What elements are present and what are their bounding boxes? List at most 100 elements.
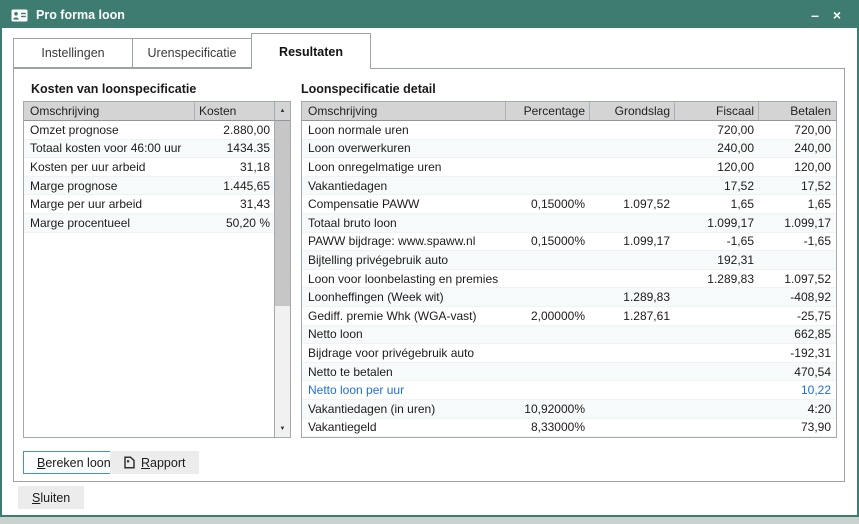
scroll-up-icon[interactable]: ▲: [275, 102, 290, 121]
cell-betalen: 10,22: [758, 383, 836, 397]
table-row[interactable]: Vakantiegeld8,33000%73,90: [302, 419, 836, 438]
minimize-button[interactable]: –: [804, 4, 826, 26]
detail-group-title: Loonspecificatie detail: [301, 82, 436, 96]
table-row[interactable]: Netto loon per uur 10,22: [302, 381, 836, 400]
tab-instellingen[interactable]: Instellingen: [13, 38, 133, 68]
table-row[interactable]: Marge procentueel50,20 %: [24, 214, 274, 233]
table-row[interactable]: Totaal kosten voor 46:00 uur1434.35: [24, 140, 274, 159]
tab-urenspecificatie[interactable]: Urenspecificatie: [132, 38, 252, 68]
cell-omschrijving: Totaal kosten voor 46:00 uur: [24, 141, 194, 155]
column-header-kosten[interactable]: Kosten: [194, 102, 274, 120]
kosten-group-title: Kosten van loonspecificatie: [31, 82, 196, 96]
cell-betalen: -25,75: [758, 309, 836, 323]
sluiten-label: Sluiten: [32, 491, 70, 505]
cell-percentage: 10,92000%: [505, 402, 589, 416]
cell-percentage: 8,33000%: [505, 420, 589, 434]
cell-omschrijving: Netto loon: [302, 327, 505, 341]
cell-omschrijving: PAWW bijdrage: www.spaww.nl: [302, 234, 505, 248]
cell-omschrijving: Netto loon per uur: [302, 383, 505, 397]
table-row[interactable]: Netto te betalen470,54: [302, 363, 836, 382]
scrollbar-track[interactable]: [275, 121, 290, 421]
cell-omschrijving: Totaal bruto loon: [302, 216, 505, 230]
resultaten-tab-page: Kosten van loonspecificatie Loonspecific…: [13, 68, 845, 482]
cell-omschrijving: Vakantiedagen (in uren): [302, 402, 505, 416]
cell-omschrijving: Loonheffingen (Week wit): [302, 290, 505, 304]
cell-omschrijving: Gediff. premie Whk (WGA-vast): [302, 309, 505, 323]
table-row[interactable]: Marge per uur arbeid31,43: [24, 195, 274, 214]
tab-resultaten[interactable]: Resultaten: [251, 33, 371, 69]
cell-fiscaal: 120,00: [674, 160, 758, 174]
cell-grondslag: 1.097,52: [589, 197, 674, 211]
column-header-grondslag[interactable]: Grondslag: [589, 102, 674, 120]
cell-kosten: 31,43: [194, 197, 274, 211]
rapport-label: Rapport: [141, 456, 185, 470]
sluiten-button[interactable]: Sluiten: [18, 486, 84, 509]
cell-betalen: 1.099,17: [758, 216, 836, 230]
cell-betalen: 1.097,52: [758, 272, 836, 286]
table-row[interactable]: Loonheffingen (Week wit)1.289,83-408,92: [302, 288, 836, 307]
table-row[interactable]: Bijdrage voor privégebruik auto -192,31: [302, 344, 836, 363]
cell-fiscaal: 720,00: [674, 123, 758, 137]
cell-betalen: 1,65: [758, 197, 836, 211]
detail-table-main: Omschrijving Percentage Grondslag Fiscaa…: [302, 102, 836, 437]
cell-kosten: 2.880,00: [194, 123, 274, 137]
cell-betalen: -192,31: [758, 346, 836, 360]
cell-betalen: 720,00: [758, 123, 836, 137]
cell-betalen: -408,92: [758, 290, 836, 304]
cell-fiscaal: -1,65: [674, 234, 758, 248]
dialog-window: Pro forma loon – × Instellingen Urenspec…: [0, 0, 859, 524]
table-row[interactable]: Kosten per uur arbeid31,18: [24, 158, 274, 177]
cell-fiscaal: 240,00: [674, 141, 758, 155]
cell-fiscaal: 1.099,17: [674, 216, 758, 230]
cell-omschrijving: Compensatie PAWW: [302, 197, 505, 211]
vertical-scrollbar[interactable]: ▲ ▼: [274, 102, 290, 437]
cell-omschrijving: Bijtelling privégebruik auto: [302, 253, 505, 267]
cell-kosten: 31,18: [194, 160, 274, 174]
cell-betalen: 4:20: [758, 402, 836, 416]
rapport-button[interactable]: Rapport: [110, 451, 199, 474]
cell-grondslag: 1.287,61: [589, 309, 674, 323]
table-row[interactable]: Totaal bruto loon 1.099,171.099,17: [302, 214, 836, 233]
cell-omschrijving: Marge prognose: [24, 179, 194, 193]
table-row[interactable]: Gediff. premie Whk (WGA-vast)2,00000%1.2…: [302, 307, 836, 326]
kosten-table: Omschrijving Kosten Omzet prognose2.880,…: [23, 101, 291, 438]
cell-fiscaal: 192,31: [674, 253, 758, 267]
cell-betalen: 240,00: [758, 141, 836, 155]
column-header-omschrijving[interactable]: Omschrijving: [24, 104, 194, 118]
scroll-down-icon[interactable]: ▼: [275, 421, 290, 437]
table-row[interactable]: Loon normale uren720,00720,00: [302, 121, 836, 140]
cell-omschrijving: Vakantiedagen: [302, 179, 505, 193]
kosten-table-main: Omschrijving Kosten Omzet prognose2.880,…: [24, 102, 274, 437]
table-row[interactable]: Loon onregelmatige uren120,00120,00: [302, 158, 836, 177]
table-row[interactable]: Marge prognose1.445,65: [24, 177, 274, 196]
column-header-percentage[interactable]: Percentage: [505, 102, 589, 120]
detail-table: Omschrijving Percentage Grondslag Fiscaa…: [301, 101, 837, 438]
cell-betalen: 662,85: [758, 327, 836, 341]
table-row[interactable]: Vakantiedagen17,5217,52: [302, 177, 836, 196]
scrollbar-thumb[interactable]: [275, 121, 290, 306]
detail-table-body: Loon normale uren720,00720,00Loon overwe…: [302, 121, 836, 437]
table-row[interactable]: Vakantiedagen (in uren)10,92000% 4:20: [302, 400, 836, 419]
column-header-omschrijving[interactable]: Omschrijving: [302, 104, 505, 118]
cell-betalen: -1,65: [758, 234, 836, 248]
close-button[interactable]: ×: [826, 4, 848, 26]
table-row[interactable]: PAWW bijdrage: www.spaww.nl0,15000%1.099…: [302, 233, 836, 252]
cell-fiscaal: 17,52: [674, 179, 758, 193]
cell-fiscaal: 1.289,83: [674, 272, 758, 286]
cell-percentage: 0,15000%: [505, 234, 589, 248]
kosten-table-body: Omzet prognose2.880,00Totaal kosten voor…: [24, 121, 274, 437]
cell-omschrijving: Omzet prognose: [24, 123, 194, 137]
kosten-table-header: Omschrijving Kosten: [24, 102, 274, 121]
cell-omschrijving: Bijdrage voor privégebruik auto: [302, 346, 505, 360]
cell-betalen: 120,00: [758, 160, 836, 174]
column-header-fiscaal[interactable]: Fiscaal: [674, 102, 758, 120]
table-row[interactable]: Loon voor loonbelasting en premies1.289,…: [302, 270, 836, 289]
cell-omschrijving: Marge procentueel: [24, 216, 194, 230]
window-title: Pro forma loon: [36, 8, 804, 22]
table-row[interactable]: Omzet prognose2.880,00: [24, 121, 274, 140]
table-row[interactable]: Netto loon 662,85: [302, 326, 836, 345]
table-row[interactable]: Loon overwerkuren240,00240,00: [302, 140, 836, 159]
column-header-betalen[interactable]: Betalen: [758, 102, 836, 120]
table-row[interactable]: Bijtelling privégebruik auto 192,31: [302, 251, 836, 270]
table-row[interactable]: Compensatie PAWW0,15000%1.097,521,651,65: [302, 195, 836, 214]
